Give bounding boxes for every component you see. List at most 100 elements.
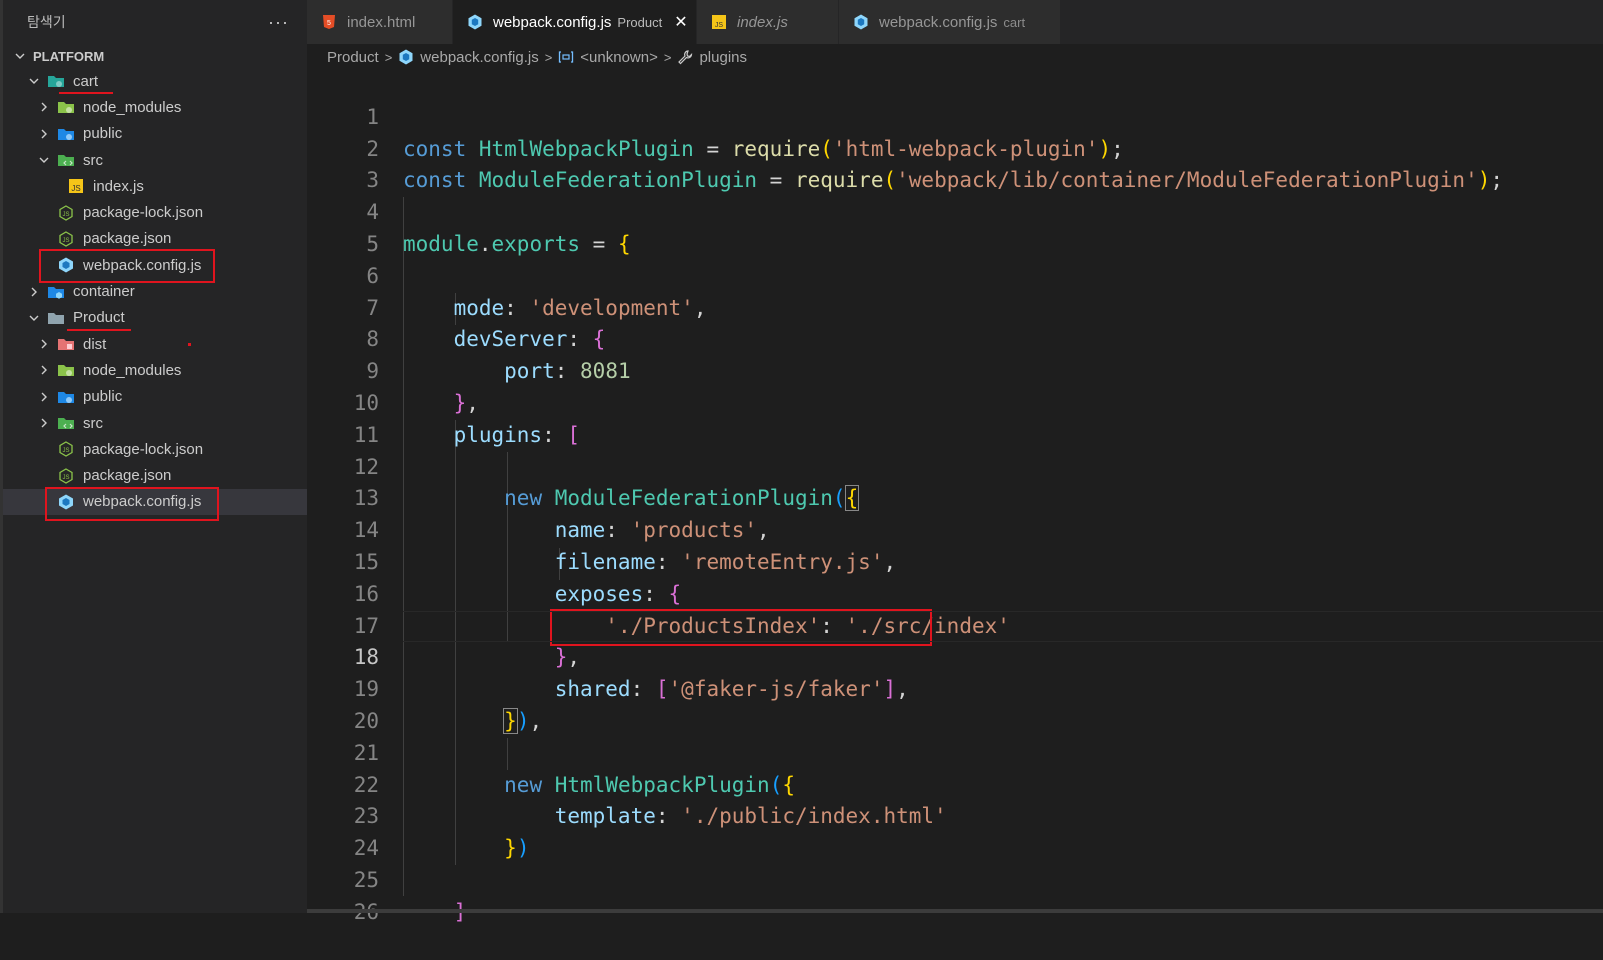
tab-webpack-config-product[interactable]: webpack.config.js Product ✕	[453, 0, 697, 44]
tree-item-package-json[interactable]: JS package.json	[3, 226, 307, 252]
tree-item-label: cart	[73, 72, 99, 90]
tree-item-label: node_modules	[83, 361, 182, 379]
code-line: 8 port: 8081	[366, 327, 631, 384]
tree-item-label: webpack.config.js	[83, 493, 202, 511]
tree-item-package-lock[interactable]: JS package-lock.json	[3, 199, 307, 225]
code-line: 3	[366, 168, 379, 193]
chevron-right-icon: >	[544, 49, 553, 65]
tree-item-src[interactable]: src	[3, 410, 307, 436]
code-line: 11	[353, 422, 379, 447]
chevron-right-icon	[37, 390, 51, 404]
tree-item-label: src	[83, 151, 103, 169]
tree-item-node-modules[interactable]: node_modules	[3, 357, 307, 383]
nodejs-file-icon: JS	[57, 441, 75, 458]
js-file-icon: JS	[67, 178, 85, 194]
chevron-right-icon	[37, 100, 51, 114]
tree-item-product[interactable]: Product	[3, 305, 307, 331]
editor-tabs: 5 index.html webpack.config.js Product ✕…	[307, 0, 1603, 44]
chevron-right-icon	[37, 416, 51, 430]
tree-item-label: Product	[73, 309, 125, 327]
container-folder-icon	[47, 284, 65, 300]
tree-item-label: dist	[83, 335, 107, 353]
tree-item-label: webpack.config.js	[83, 256, 202, 274]
breadcrumb-file[interactable]: webpack.config.js	[420, 49, 538, 66]
code-line: 26	[307, 865, 1603, 924]
nodejs-file-icon: JS	[57, 467, 75, 484]
tree-item-label: package.json	[83, 230, 172, 248]
code-line: 25 ]	[353, 867, 467, 924]
code-line: 4 module.exports = {	[366, 200, 631, 256]
tree-item-package-lock[interactable]: JS package-lock.json	[3, 436, 307, 462]
code-editor[interactable]: 1 const HtmlWebpackPlugin = require('htm…	[307, 70, 1603, 924]
breadcrumb-property[interactable]: plugins	[699, 49, 747, 66]
chevron-right-icon	[37, 363, 51, 377]
tree-item-package-json[interactable]: JS package.json	[3, 462, 307, 488]
code-line: 5	[366, 231, 379, 256]
node-folder-icon	[57, 362, 75, 378]
tab-index-js[interactable]: JS index.js	[697, 0, 839, 44]
explorer-header: 탐색기 ···	[3, 0, 307, 44]
chevron-down-icon	[27, 311, 41, 325]
tree-item-cart[interactable]: cart	[3, 68, 307, 95]
tree-item-container[interactable]: container	[3, 278, 307, 304]
code-line: 21 new HtmlWebpackPlugin({	[353, 740, 795, 797]
annotation-box	[550, 608, 932, 646]
tree-item-label: package-lock.json	[83, 204, 204, 222]
folder-icon	[47, 310, 65, 326]
tab-webpack-config-cart[interactable]: webpack.config.js cart	[839, 0, 1061, 44]
chevron-down-icon	[37, 153, 51, 167]
horizontal-scrollbar[interactable]	[307, 909, 1603, 913]
node-folder-icon	[57, 99, 75, 115]
tree-item-product-webpack-config[interactable]: webpack.config.js	[3, 486, 307, 521]
code-line: 6 mode: 'development',	[366, 263, 707, 320]
tree-item-label: node_modules	[83, 98, 182, 116]
tree-item-label: public	[83, 388, 123, 406]
tree-item-node-modules[interactable]: node_modules	[3, 94, 307, 120]
svg-text:JS: JS	[715, 22, 724, 29]
tree-item-label: package-lock.json	[83, 440, 204, 458]
dist-folder-icon	[57, 336, 75, 352]
tree-item-cart-webpack-config[interactable]: webpack.config.js	[3, 249, 307, 284]
tree-item-label: index.js	[93, 177, 144, 195]
html-file-icon: 5	[321, 14, 337, 30]
chevron-right-icon: >	[384, 49, 393, 65]
webpack-icon	[853, 14, 869, 30]
code-line-current: 18 shared: ['@faker-js/faker'],	[307, 608, 1603, 701]
breadcrumb-symbol[interactable]: <unknown>	[580, 49, 658, 66]
tree-item-label: package.json	[83, 467, 172, 485]
code-line: 12 new ModuleFederationPlugin({	[353, 454, 860, 512]
code-line: 16 './ProductsIndex': './src/index'	[353, 581, 1010, 638]
cart-folder-icon	[47, 73, 65, 89]
code-line: 15 exposes: {	[353, 549, 682, 606]
nodejs-file-icon: JS	[57, 204, 75, 221]
js-file-icon: JS	[711, 14, 727, 30]
svg-text:JS: JS	[71, 184, 80, 193]
code-line: 2 const ModuleFederationPlugin = require…	[366, 136, 1504, 193]
tree-item-src[interactable]: src	[3, 147, 307, 173]
close-icon[interactable]: ✕	[674, 12, 687, 32]
more-actions-icon[interactable]: ···	[268, 12, 289, 33]
src-folder-icon	[57, 152, 75, 168]
svg-text:JS: JS	[62, 238, 69, 244]
webpack-icon	[57, 494, 75, 510]
code-line: 7 devServer: {	[366, 295, 606, 352]
code-line: 24	[353, 836, 379, 861]
svg-text:JS: JS	[62, 448, 69, 454]
explorer-sidebar: 탐색기 ··· PLATFORM cart node_modules publi…	[0, 0, 307, 913]
tab-index-html[interactable]: 5 index.html	[307, 0, 453, 44]
tree-item-public[interactable]: public	[3, 384, 307, 410]
code-line: 1 const HtmlWebpackPlugin = require('htm…	[366, 104, 1124, 161]
code-line: 23 })	[353, 804, 530, 861]
svg-text:JS: JS	[62, 212, 69, 218]
code-line: 10 plugins: [	[353, 390, 581, 447]
code-line: 13 name: 'products',	[353, 486, 770, 543]
breadcrumb-folder[interactable]: Product	[327, 49, 379, 66]
chevron-right-icon	[27, 285, 41, 299]
public-folder-icon	[57, 126, 75, 142]
tree-item-public[interactable]: public	[3, 121, 307, 147]
tree-item-index-js[interactable]: JS index.js	[3, 173, 307, 199]
webpack-icon	[467, 14, 483, 30]
annotation-dot	[188, 342, 191, 346]
workspace-root[interactable]: PLATFORM	[3, 44, 307, 68]
tree-item-dist[interactable]: dist	[3, 331, 307, 357]
